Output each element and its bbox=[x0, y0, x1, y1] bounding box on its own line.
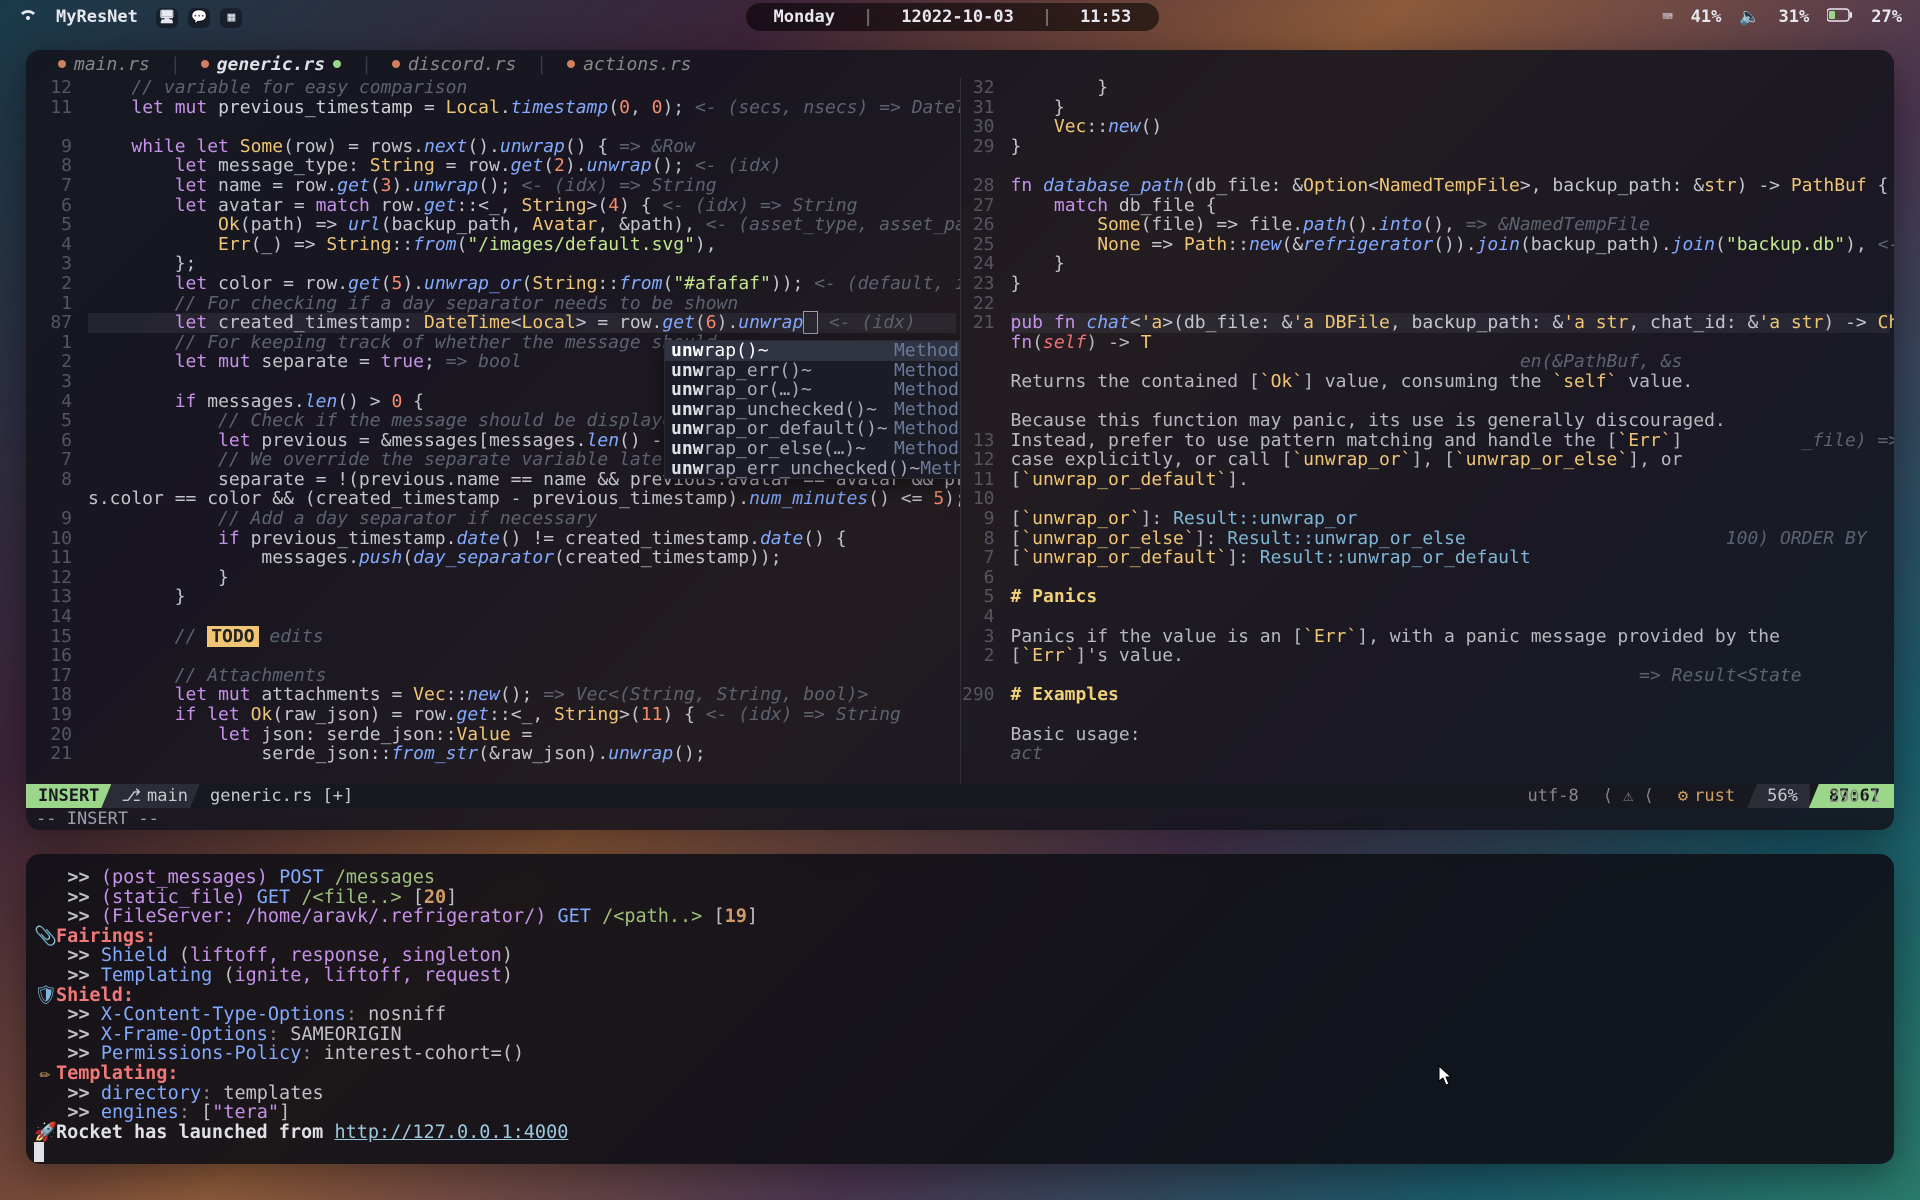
battery-icon[interactable] bbox=[1827, 7, 1853, 27]
buffer-tab-label: main.rs bbox=[74, 54, 150, 75]
line-number-gutter-right: 32313029 2827262524232221 13121110987654… bbox=[961, 78, 1003, 705]
keyboard-battery-pct: 41% bbox=[1691, 7, 1722, 27]
completion-popup[interactable]: unwrap()~ Method unwrap_err()~ Method un… bbox=[664, 340, 961, 479]
statusline-percent: 56% bbox=[1747, 784, 1810, 808]
filetype-dot-icon bbox=[201, 60, 209, 68]
buffer-tab-label: actions.rs bbox=[583, 54, 691, 75]
chat-icon[interactable]: 💬 bbox=[188, 8, 210, 28]
buffer-tab[interactable]: discord.rs bbox=[378, 54, 530, 75]
buffer-tabbar[interactable]: main.rs|generic.rs|discord.rs|actions.rs bbox=[26, 50, 1894, 78]
battery-pct: 27% bbox=[1871, 7, 1902, 27]
filetype-dot-icon bbox=[392, 60, 400, 68]
mode-echo: -- INSERT -- bbox=[26, 808, 1894, 830]
git-branch-icon: ⎇ bbox=[121, 786, 141, 806]
neovim-window: main.rs|generic.rs|discord.rs|actions.rs… bbox=[26, 50, 1894, 830]
buffer-tab-label: discord.rs bbox=[408, 54, 516, 75]
completion-item[interactable]: unwrap_err_unchecked()~ Method bbox=[665, 459, 961, 479]
completion-item[interactable]: unwrap()~ Method bbox=[665, 341, 961, 361]
buffer-tab-label: generic.rs bbox=[217, 54, 325, 75]
statusline: INSERT ⎇ main generic.rs [+] utf-8 ⟨ ⚠ ⟨… bbox=[26, 784, 1894, 808]
line-number-gutter: 1211 9876543218712345678 910111213141516… bbox=[26, 78, 82, 764]
clock-time: 11:53 bbox=[1080, 7, 1131, 27]
keyboard-battery-icon[interactable]: ⌨ bbox=[1662, 7, 1672, 27]
statusline-encoding: utf-8 bbox=[1516, 784, 1591, 808]
completion-item[interactable]: unwrap_unchecked()~ Method bbox=[665, 400, 961, 420]
statusline-branch: ⎇ main bbox=[101, 784, 200, 808]
editor-pane-right[interactable]: 32313029 2827262524232221 13121110987654… bbox=[961, 78, 1895, 784]
buffer-tab[interactable]: generic.rs bbox=[187, 54, 355, 75]
filetype-dot-icon bbox=[58, 60, 66, 68]
clock-day: Monday bbox=[774, 7, 835, 27]
statusline-filetype: ⚙ rust bbox=[1666, 784, 1747, 808]
terminal-window[interactable]: >> (post_messages) POST /messages >> (st… bbox=[26, 854, 1894, 1164]
code-area-right[interactable]: } } Vec::new()} fn database_path(db_file… bbox=[1011, 78, 1891, 764]
statusline-lsp-glyphs: ⟨ ⚠ ⟨ bbox=[1591, 784, 1666, 808]
clock-date: 12022-10-03 bbox=[901, 7, 1014, 27]
display-icon[interactable]: 🖥 bbox=[156, 8, 178, 28]
grid-icon[interactable]: ▦ bbox=[220, 8, 242, 28]
buffer-tab[interactable]: actions.rs bbox=[553, 54, 705, 75]
volume-pct: 31% bbox=[1779, 7, 1810, 27]
rust-icon: ⚙ bbox=[1678, 786, 1688, 806]
buffer-tab[interactable]: main.rs bbox=[44, 54, 164, 75]
wifi-icon[interactable] bbox=[18, 7, 38, 27]
statusline-right-position: 290:1 bbox=[1829, 787, 1880, 807]
filetype-dot-icon bbox=[567, 60, 575, 68]
macos-menubar: MyResNet 🖥 💬 ▦ Monday | 12022-10-03 | 11… bbox=[0, 0, 1920, 34]
completion-item[interactable]: unwrap_or_default()~ Method bbox=[665, 419, 961, 439]
completion-item[interactable]: unwrap_or_else(…)~ Method bbox=[665, 439, 961, 459]
terminal-output[interactable]: >> (post_messages) POST /messages >> (st… bbox=[34, 868, 1886, 1162]
statusline-file: generic.rs [+] bbox=[200, 784, 365, 808]
completion-item[interactable]: unwrap_err()~ Method bbox=[665, 361, 961, 381]
editor-pane-left[interactable]: 1211 9876543218712345678 910111213141516… bbox=[26, 78, 961, 784]
volume-icon[interactable]: 🔈 bbox=[1739, 7, 1760, 27]
menubar-app-icons[interactable]: 🖥 💬 ▦ bbox=[156, 6, 243, 28]
wifi-name: MyResNet bbox=[56, 7, 138, 27]
clock-pill[interactable]: Monday | 12022-10-03 | 11:53 bbox=[746, 3, 1160, 31]
statusline-mode: INSERT bbox=[26, 784, 111, 808]
completion-item[interactable]: unwrap_or(…)~ Method bbox=[665, 380, 961, 400]
modified-indicator-icon bbox=[333, 60, 341, 68]
